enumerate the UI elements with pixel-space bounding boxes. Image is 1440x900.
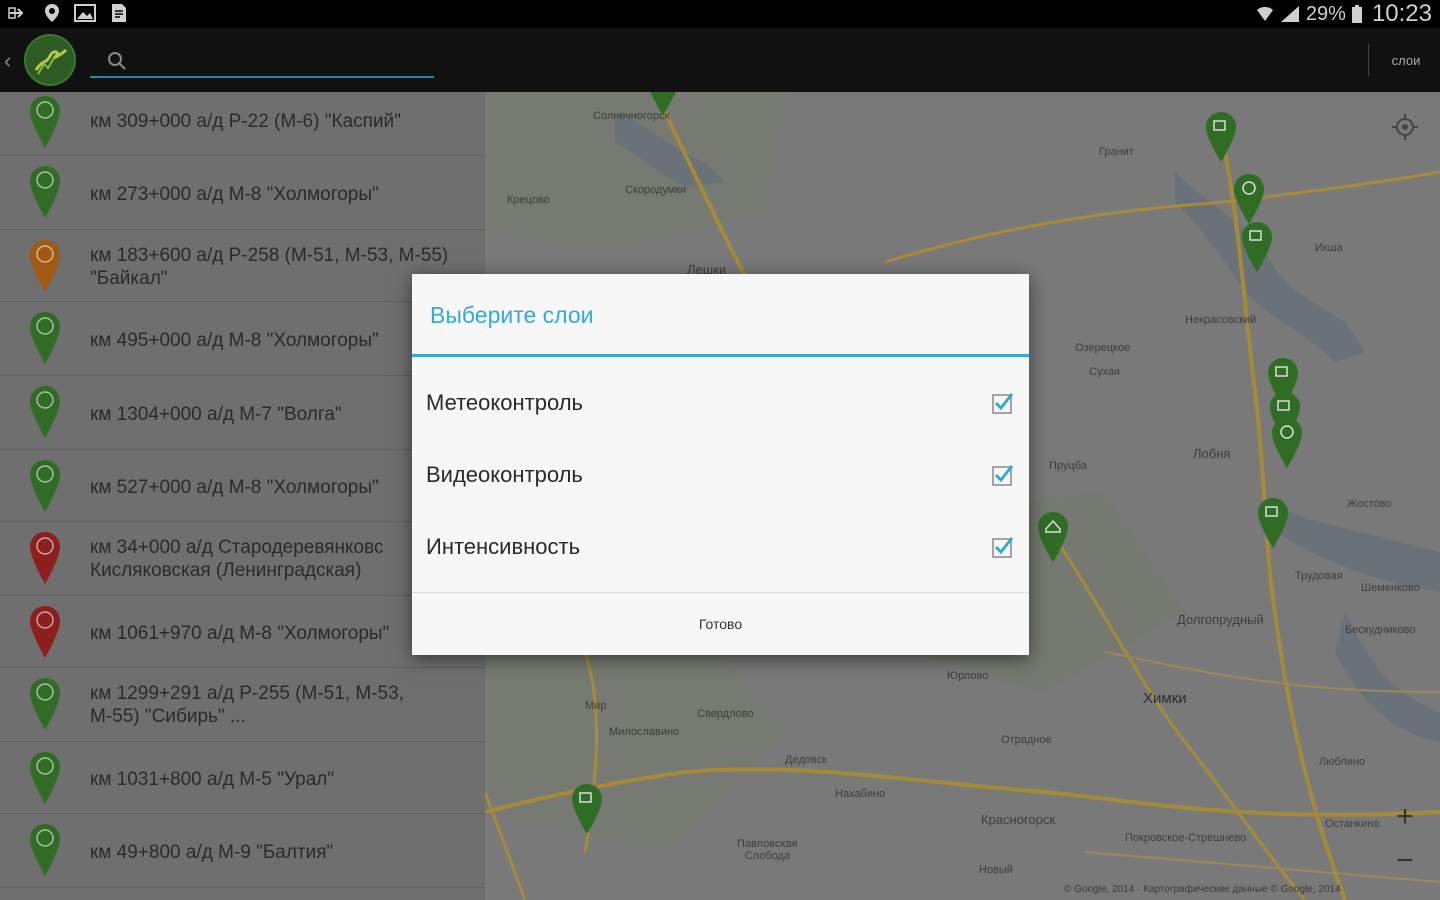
map-label: Некрасовский [1185,314,1257,326]
back-chevron-icon[interactable]: ‹ [4,48,11,74]
map-marker-camera-icon[interactable] [1240,220,1274,274]
dialog-title-divider [412,354,1029,357]
location-icon [45,4,59,22]
usb-icon [8,7,24,19]
action-bar: ‹ слои [0,28,1440,92]
map-attribution: © Google, 2014 · Картографические данные… [1064,884,1341,895]
map-label: Жостово [1347,498,1392,510]
map-pin-icon [30,460,60,512]
map-label: Мир [585,700,607,712]
layer-option-intensity[interactable]: Интенсивность [412,512,1029,584]
document-icon [112,4,126,22]
map-label: Дедовск [785,754,827,766]
map-marker-home-icon[interactable] [1036,510,1070,564]
map-label: Трудовая [1295,570,1343,582]
map-label: Отрадное [1001,734,1052,746]
map-label: Озерецкое [1075,342,1131,354]
layers-button[interactable]: слои [1372,28,1440,92]
checkbox-checked-icon[interactable] [992,536,1014,558]
map-label: Нахабино [835,788,886,800]
search-input[interactable] [136,48,426,74]
list-item-title: км 1299+291 а/д Р-255 (М-51, М-53, М-55)… [90,683,404,727]
map-label: Долгопрудный [1177,612,1264,627]
zoom-in-button[interactable]: + [1382,796,1428,838]
app-logo[interactable] [24,34,76,86]
image-icon [74,4,96,22]
signal-icon [1280,6,1299,22]
list-item[interactable]: км 309+000 а/д Р-22 (М-6) "Каспий" [0,92,485,156]
map-label: Новый [979,864,1013,876]
checkbox-checked-icon[interactable] [992,392,1014,414]
search-box[interactable] [90,44,434,78]
map-pin-icon [30,240,60,292]
map-marker-camera-icon[interactable] [648,92,678,118]
map-label: Лобня [1193,446,1231,461]
list-item-title: км 1031+800 а/д М-5 "Урал" [90,769,335,790]
search-icon [108,52,126,70]
map-label: Останкино [1325,818,1380,830]
map-label: Шеменково [1361,582,1420,594]
clock: 10:23 [1371,0,1432,27]
map-marker-camera-icon[interactable] [1204,110,1238,164]
battery-percent: 29% [1305,2,1346,25]
map-label: Люблино [1319,756,1366,768]
layers-dialog: Выберите слои Метеоконтроль Видеоконтрол… [412,274,1029,655]
map-label: Покровское-Стрешнево [1125,832,1247,844]
map-label: Сухая [1089,366,1120,378]
map-label: Свердлово [697,708,754,720]
map-label: Бескудниково [1345,624,1416,636]
map-pin-icon [30,166,60,218]
layer-option-label: Видеоконтроль [426,462,583,487]
list-item[interactable]: км 49+800 а/д М-9 "Балтия" [0,814,485,888]
map-pin-icon [30,752,60,804]
map-label: Гранит [1099,146,1134,158]
map-marker-meteo-icon[interactable] [1232,172,1266,226]
dialog-title: Выберите слои [430,302,594,328]
layer-option-meteo[interactable]: Метеоконтроль [412,368,1029,440]
map-pin-icon [30,386,60,438]
list-item[interactable]: км 1299+291 а/д Р-255 (М-51, М-53, М-55)… [0,668,485,742]
map-marker-camera-icon[interactable] [570,782,604,836]
layer-option-video[interactable]: Видеоконтроль [412,440,1029,512]
list-item-title: км 49+800 а/д М-9 "Балтия" [90,842,334,863]
status-bar: 29% 10:23 [0,0,1440,28]
layer-option-label: Интенсивность [426,534,581,559]
map-pin-icon [30,824,60,876]
map-label: Скородумки [625,184,687,196]
map-marker-camera-icon[interactable] [1256,496,1290,550]
map-pin-icon [30,532,60,584]
zoom-out-button[interactable]: − [1382,840,1428,882]
notification-icons [8,3,128,23]
map-label: Икша [1315,242,1343,254]
map-label: Юрлово [947,670,989,682]
list-item[interactable]: км 1031+800 а/д М-5 "Урал" [0,742,485,814]
map-marker-intensity-icon[interactable] [1270,416,1304,470]
map-label: Красногорск [981,812,1056,827]
wifi-icon [1256,7,1273,21]
map-pin-icon [30,96,60,148]
map-pin-icon [30,678,60,730]
map-label: Крецово [507,194,550,206]
list-item-title: км 273+000 а/д М-8 "Холмогоры" [90,184,379,205]
list-item[interactable]: км 273+000 а/д М-8 "Холмогоры" [0,156,485,230]
map-pin-icon [30,606,60,658]
map-pin-icon [30,312,60,364]
layers-separator [1368,44,1369,76]
map-label: Химки [1143,690,1187,707]
my-location-icon[interactable] [1382,104,1428,150]
done-button[interactable]: Готово [412,593,1029,655]
list-item-title: км 309+000 а/д Р-22 (М-6) "Каспий" [90,111,401,132]
checkbox-checked-icon[interactable] [992,464,1014,486]
road-logo-icon [34,48,68,75]
map-label: Павловская Слобода [737,838,798,862]
status-right: 29% 10:23 [1256,0,1432,28]
map-label: Милославино [609,726,680,738]
layer-option-label: Метеоконтроль [426,390,583,415]
battery-icon [1351,5,1362,23]
map-label: Пруцба [1049,460,1087,472]
